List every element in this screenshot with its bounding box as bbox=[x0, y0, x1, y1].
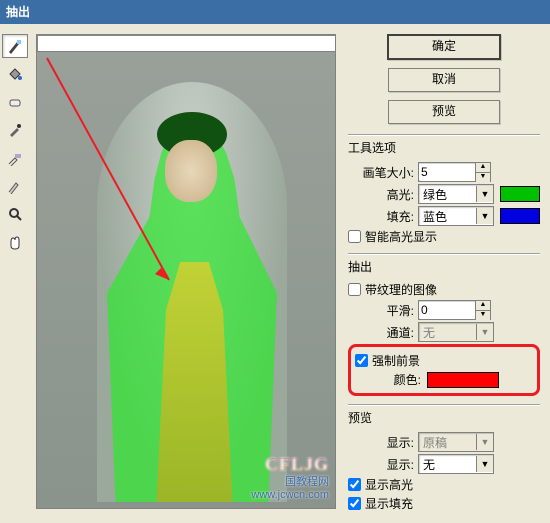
brush-size-label: 画笔大小: bbox=[348, 164, 414, 181]
window-title: 抽出 bbox=[6, 5, 30, 19]
brush-size-up[interactable]: ▲ bbox=[475, 163, 490, 173]
dropdown-icon[interactable]: ▼ bbox=[476, 208, 493, 224]
watermark-line2: www.jcwcn.com bbox=[251, 489, 329, 502]
smooth-field[interactable]: ▲▼ bbox=[418, 300, 491, 320]
show-highlight-label: 显示高光 bbox=[365, 476, 413, 493]
watermark: CFLJG 国教程网 www.jcwcn.com bbox=[251, 454, 329, 502]
smooth-input[interactable] bbox=[419, 302, 475, 318]
window-titlebar: 抽出 bbox=[0, 0, 550, 24]
smart-highlight-checkbox[interactable] bbox=[348, 230, 361, 243]
highlight-select[interactable]: 绿色 ▼ bbox=[418, 184, 494, 204]
dropdown-icon[interactable]: ▼ bbox=[476, 456, 493, 472]
fill-value: 蓝色 bbox=[419, 208, 476, 225]
textured-label: 带纹理的图像 bbox=[365, 281, 437, 298]
watermark-logo: CFLJG bbox=[251, 454, 329, 476]
show-value: 原稿 bbox=[419, 434, 476, 451]
force-foreground-highlight: 强制前景 颜色: bbox=[348, 344, 540, 396]
brush-size-field[interactable]: ▲▼ bbox=[418, 162, 491, 182]
preview-title: 预览 bbox=[348, 407, 540, 430]
brush-size-input[interactable] bbox=[419, 164, 475, 180]
dropdown-icon[interactable]: ▼ bbox=[476, 186, 493, 202]
channel-label: 通道: bbox=[348, 324, 414, 341]
show-highlight-checkbox[interactable] bbox=[348, 478, 361, 491]
edge-highlighter-tool[interactable] bbox=[2, 34, 28, 58]
show-fill-checkbox[interactable] bbox=[348, 497, 361, 510]
effect-show-select[interactable]: 无 ▼ bbox=[418, 454, 494, 474]
figure-head bbox=[165, 140, 217, 202]
zoom-tool[interactable] bbox=[2, 202, 28, 226]
extract-title: 抽出 bbox=[348, 256, 540, 279]
eraser-tool[interactable] bbox=[2, 90, 28, 114]
toolbar bbox=[0, 24, 30, 523]
watermark-line1: 国教程网 bbox=[251, 476, 329, 489]
show-select: 原稿 ▼ bbox=[418, 432, 494, 452]
dropdown-icon: ▼ bbox=[476, 434, 493, 450]
fill-tool[interactable] bbox=[2, 62, 28, 86]
textured-checkbox[interactable] bbox=[348, 283, 361, 296]
cancel-button[interactable]: 取消 bbox=[388, 68, 500, 92]
preview-group: 预览 显示: 原稿 ▼ 显示: 无 ▼ 显示高光 bbox=[348, 404, 540, 514]
right-panel: 确定 取消 预览 工具选项 画笔大小: ▲▼ 高光: 绿色 ▼ bbox=[344, 24, 550, 523]
extract-group: 抽出 带纹理的图像 平滑: ▲▼ 通道: 无 ▼ bbox=[348, 253, 540, 398]
edge-touchup-tool[interactable] bbox=[2, 174, 28, 198]
preview-canvas[interactable]: CFLJG 国教程网 www.jcwcn.com bbox=[36, 52, 336, 509]
effect-show-value: 无 bbox=[419, 456, 476, 473]
fill-label: 填充: bbox=[348, 208, 414, 225]
brush-size-down[interactable]: ▼ bbox=[475, 173, 490, 182]
smooth-down[interactable]: ▼ bbox=[475, 311, 490, 320]
dropdown-icon: ▼ bbox=[476, 324, 493, 340]
tool-options-group: 工具选项 画笔大小: ▲▼ 高光: 绿色 ▼ 填充: 蓝色 bbox=[348, 134, 540, 247]
hand-tool[interactable] bbox=[2, 230, 28, 254]
ok-button[interactable]: 确定 bbox=[387, 34, 501, 60]
smooth-up[interactable]: ▲ bbox=[475, 301, 490, 311]
smooth-label: 平滑: bbox=[348, 302, 414, 319]
force-foreground-label: 强制前景 bbox=[372, 352, 420, 369]
color-label: 颜色: bbox=[355, 371, 421, 388]
fill-select[interactable]: 蓝色 ▼ bbox=[418, 206, 494, 226]
channel-select: 无 ▼ bbox=[418, 322, 494, 342]
force-color-swatch[interactable] bbox=[427, 372, 499, 388]
canvas-top-frame bbox=[36, 34, 336, 52]
highlight-value: 绿色 bbox=[419, 186, 476, 203]
channel-value: 无 bbox=[419, 324, 476, 341]
effect-show-label: 显示: bbox=[348, 456, 414, 473]
canvas-area: CFLJG 国教程网 www.jcwcn.com bbox=[30, 24, 344, 523]
show-label: 显示: bbox=[348, 434, 414, 451]
cleanup-tool[interactable] bbox=[2, 146, 28, 170]
highlight-label: 高光: bbox=[348, 186, 414, 203]
smart-highlight-label: 智能高光显示 bbox=[365, 228, 437, 245]
fill-swatch[interactable] bbox=[500, 208, 540, 224]
highlight-swatch[interactable] bbox=[500, 186, 540, 202]
force-foreground-checkbox[interactable] bbox=[355, 354, 368, 367]
tool-options-title: 工具选项 bbox=[348, 137, 540, 160]
preview-button[interactable]: 预览 bbox=[388, 100, 500, 124]
show-fill-label: 显示填充 bbox=[365, 495, 413, 512]
main-area: CFLJG 国教程网 www.jcwcn.com 确定 取消 预览 工具选项 画… bbox=[0, 24, 550, 523]
eyedropper-tool[interactable] bbox=[2, 118, 28, 142]
